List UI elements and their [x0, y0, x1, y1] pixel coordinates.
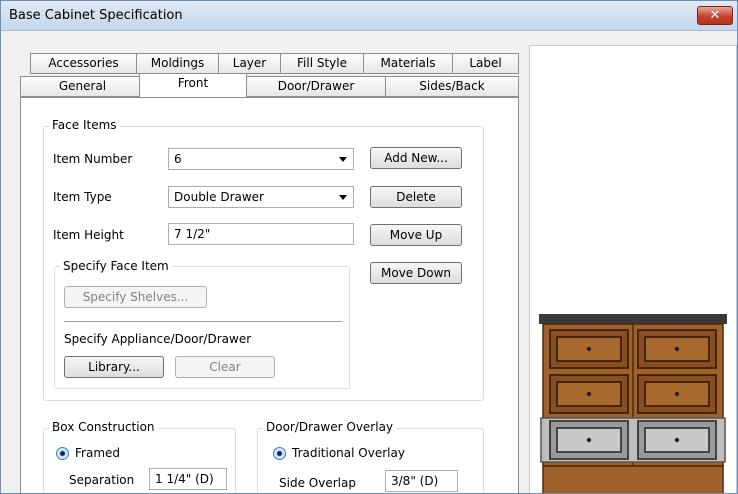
separation-field[interactable]: 1 1/4" (D) [149, 468, 227, 490]
traditional-overlay-radio[interactable] [273, 447, 286, 460]
chevron-down-icon [339, 157, 347, 162]
toe-kick [542, 465, 724, 493]
close-icon: ✕ [709, 8, 721, 23]
specify-shelves-button[interactable]: Specify Shelves... [64, 286, 207, 308]
side-overlap-label: Side Overlap [279, 476, 356, 490]
tab-general[interactable]: General [20, 76, 145, 97]
add-new-button[interactable]: Add New... [370, 147, 462, 169]
item-type-value: Double Drawer [174, 190, 264, 204]
separation-label: Separation [69, 473, 135, 487]
item-height-label: Item Height [53, 228, 124, 242]
tab-accessories[interactable]: Accessories [30, 53, 137, 74]
clear-button[interactable]: Clear [175, 356, 275, 378]
item-type-label: Item Type [53, 190, 112, 204]
tab-fill-style[interactable]: Fill Style [280, 53, 364, 74]
title-bar: Base Cabinet Specification ✕ [1, 1, 737, 31]
item-number-select[interactable]: 6 [168, 148, 354, 170]
separation-value: 1 1/4" (D) [155, 472, 214, 486]
item-number-value: 6 [174, 152, 182, 166]
move-down-button[interactable]: Move Down [370, 262, 462, 284]
item-height-value: 7 1/2" [174, 227, 211, 241]
box-construction-title: Box Construction [49, 420, 158, 434]
cabinet-preview-pane [529, 45, 737, 493]
tab-front[interactable]: Front [139, 73, 247, 97]
tab-sides-back[interactable]: Sides/Back [385, 76, 519, 97]
framed-label: Framed [75, 446, 121, 460]
chevron-down-icon [339, 195, 347, 200]
separator [64, 321, 342, 322]
tab-materials[interactable]: Materials [363, 53, 453, 74]
side-overlap-field[interactable]: 3/8" (D) [385, 470, 458, 492]
specify-face-item-title: Specify Face Item [60, 259, 172, 273]
tab-label[interactable]: Label [452, 53, 519, 74]
dialog-window: Base Cabinet Specification ✕ Accessories… [0, 0, 738, 494]
appliance-door-drawer-label: Specify Appliance/Door/Drawer [64, 332, 252, 346]
traditional-overlay-label: Traditional Overlay [292, 446, 405, 460]
tab-layer[interactable]: Layer [218, 53, 281, 74]
window-title: Base Cabinet Specification [9, 8, 183, 23]
move-up-button[interactable]: Move Up [370, 224, 462, 246]
item-number-label: Item Number [53, 152, 133, 166]
tab-door-drawer[interactable]: Door/Drawer [246, 76, 386, 97]
face-items-title: Face Items [49, 118, 120, 132]
tab-moldings[interactable]: Moldings [136, 53, 219, 74]
library-button[interactable]: Library... [64, 356, 164, 378]
side-overlap-value: 3/8" (D) [391, 474, 439, 488]
overlay-title: Door/Drawer Overlay [263, 420, 397, 434]
item-height-field[interactable]: 7 1/2" [168, 223, 354, 245]
framed-radio[interactable] [56, 447, 69, 460]
countertop [539, 314, 727, 324]
item-type-select[interactable]: Double Drawer [168, 186, 354, 208]
cabinet-preview-image [539, 314, 727, 493]
drawer-row-3-selected [540, 417, 726, 463]
close-button[interactable]: ✕ [697, 6, 733, 25]
delete-button[interactable]: Delete [370, 186, 462, 208]
